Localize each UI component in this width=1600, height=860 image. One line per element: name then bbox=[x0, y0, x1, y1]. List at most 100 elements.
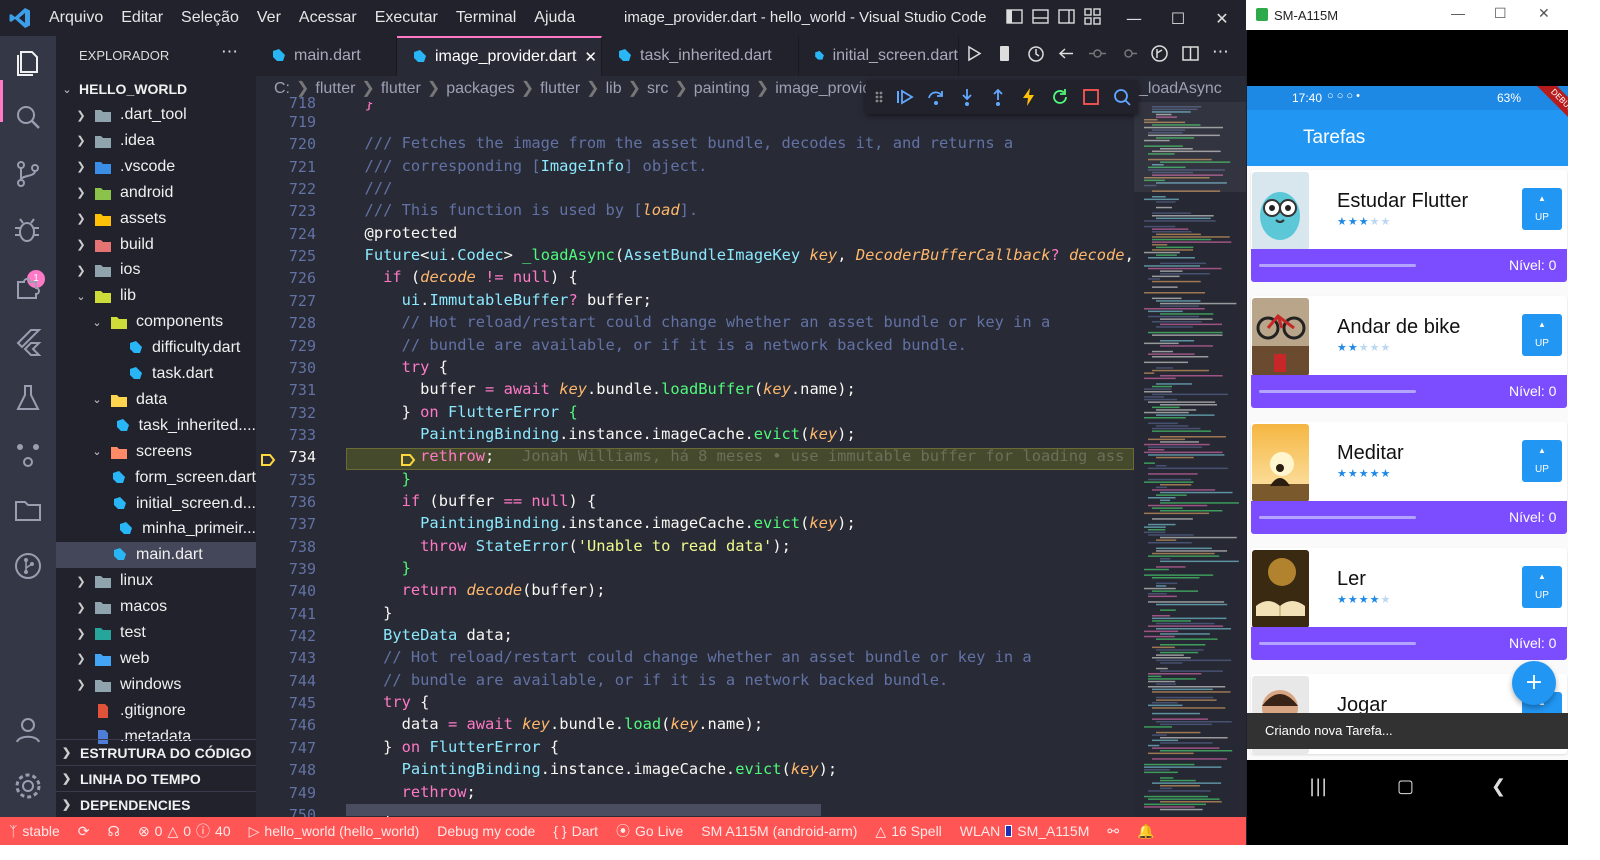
git-graph-status-icon[interactable]: ☊ bbox=[108, 823, 120, 840]
section-dependencies[interactable]: ❯ DEPENDENCIES bbox=[56, 791, 256, 817]
emu-minimize-icon[interactable]: — bbox=[1451, 5, 1465, 21]
explorer-icon[interactable] bbox=[12, 46, 44, 78]
restart-icon[interactable] bbox=[1050, 87, 1070, 107]
menu-ver[interactable]: Ver bbox=[248, 9, 290, 27]
step-over-icon[interactable] bbox=[926, 87, 946, 107]
menu-acessar[interactable]: Acessar bbox=[290, 9, 366, 27]
tree-item[interactable]: .gitignore bbox=[56, 698, 256, 724]
remote-explorer-icon[interactable] bbox=[12, 438, 44, 470]
menu-terminal[interactable]: Terminal bbox=[447, 9, 525, 27]
maximize-icon[interactable]: ☐ bbox=[1156, 0, 1200, 36]
notifications-bell-icon[interactable]: 🔔 bbox=[1137, 823, 1154, 840]
flutter-device-icon[interactable] bbox=[995, 44, 1014, 63]
step-into-icon[interactable] bbox=[957, 87, 977, 107]
tree-item[interactable]: ❯ .idea bbox=[56, 128, 256, 154]
section-outline[interactable]: ❯ ESTRUTURA DO CÓDIGO bbox=[56, 739, 256, 765]
more-actions-icon[interactable]: ⋯ bbox=[221, 42, 238, 62]
git-lens-icon[interactable] bbox=[1150, 44, 1169, 63]
section-timeline[interactable]: ❯ LINHA DO TEMPO bbox=[56, 765, 256, 791]
previous-change-icon[interactable] bbox=[1088, 44, 1107, 63]
close-window-icon[interactable]: ✕ bbox=[1200, 0, 1244, 36]
split-editor-icon[interactable] bbox=[1181, 44, 1200, 63]
menu-selecao[interactable]: Seleção bbox=[172, 9, 248, 27]
code-editor[interactable]: } /// Fetches the image from the asset b… bbox=[346, 102, 1134, 817]
stop-icon[interactable] bbox=[1081, 87, 1101, 107]
source-control-icon[interactable] bbox=[12, 158, 44, 190]
spell-status[interactable]: △ 16 Spell bbox=[875, 823, 941, 840]
tree-item[interactable]: ❯ test bbox=[56, 620, 256, 646]
devtools-search-icon[interactable] bbox=[1112, 87, 1132, 107]
search-icon[interactable] bbox=[12, 102, 44, 134]
tree-item[interactable]: ❯ .vscode bbox=[56, 154, 256, 180]
tree-item[interactable]: ❯ windows bbox=[56, 672, 256, 698]
testing-icon[interactable] bbox=[12, 382, 44, 414]
tab-main-dart[interactable]: main.dart bbox=[256, 36, 397, 76]
tree-item[interactable]: task.dart bbox=[56, 361, 256, 387]
go-live-button[interactable]: ⦿ Go Live bbox=[616, 821, 683, 841]
breadcrumb-item[interactable]: flutter bbox=[540, 80, 580, 97]
run-icon[interactable] bbox=[964, 44, 983, 63]
tab-task-inherited[interactable]: task_inherited.dart bbox=[602, 36, 799, 76]
tree-item[interactable]: ❯ macos bbox=[56, 594, 256, 620]
toggle-sidebar-icon[interactable] bbox=[1006, 8, 1023, 25]
debug-mode-status[interactable]: Debug my code bbox=[437, 823, 535, 839]
extensions-icon[interactable] bbox=[12, 270, 44, 302]
breadcrumb-item[interactable]: flutter bbox=[315, 80, 355, 97]
tree-item[interactable]: difficulty.dart bbox=[56, 335, 256, 361]
level-up-button[interactable]: ▲ UP bbox=[1522, 440, 1562, 482]
device-status[interactable]: SM A115M (android-arm) bbox=[701, 823, 857, 839]
tree-item[interactable]: ❯ linux bbox=[56, 568, 256, 594]
tree-item[interactable]: main.dart bbox=[56, 542, 256, 569]
tree-item[interactable]: initial_screen.d... bbox=[56, 491, 256, 517]
sync-icon[interactable]: ⟳ bbox=[78, 823, 90, 840]
project-status[interactable]: ▷ hello_world (hello_world) bbox=[249, 823, 420, 840]
minimap[interactable] bbox=[1134, 102, 1246, 817]
flutter-icon[interactable] bbox=[12, 326, 44, 358]
tree-item[interactable]: ⌄ lib bbox=[56, 283, 256, 309]
tree-item[interactable]: ❯ android bbox=[56, 180, 256, 206]
accounts-status-icon[interactable]: ⚯ bbox=[1107, 823, 1119, 840]
horizontal-scrollbar[interactable] bbox=[346, 804, 821, 816]
tree-item[interactable]: ❯ build bbox=[56, 232, 256, 258]
breadcrumb-item[interactable]: flutter bbox=[381, 80, 421, 97]
toggle-panel-icon[interactable] bbox=[1032, 8, 1049, 25]
history-icon[interactable] bbox=[1026, 44, 1045, 63]
menu-arquivo[interactable]: Arquivo bbox=[40, 9, 112, 27]
project-root[interactable]: ⌄ HELLO_WORLD bbox=[56, 76, 256, 102]
run-debug-icon[interactable] bbox=[12, 214, 44, 246]
tree-item[interactable]: ⌄ components bbox=[56, 309, 256, 335]
next-change-icon[interactable] bbox=[1119, 44, 1138, 63]
continue-icon[interactable] bbox=[895, 87, 915, 107]
breadcrumb-item[interactable]: packages bbox=[446, 80, 515, 97]
tab-image-provider[interactable]: image_provider.dart ✕ bbox=[397, 36, 602, 76]
home-icon[interactable]: ▢ bbox=[1397, 776, 1414, 797]
tree-item[interactable]: task_inherited.... bbox=[56, 413, 256, 439]
level-up-button[interactable]: ▲ UP bbox=[1522, 314, 1562, 356]
menu-editar[interactable]: Editar bbox=[112, 9, 172, 27]
add-task-fab[interactable]: + bbox=[1512, 661, 1556, 705]
emu-maximize-icon[interactable]: ☐ bbox=[1494, 5, 1507, 22]
recent-apps-icon[interactable]: ||| bbox=[1309, 776, 1327, 797]
breadcrumb-item[interactable]: src bbox=[647, 80, 668, 97]
language-status[interactable]: { } Dart bbox=[553, 823, 598, 839]
tree-item[interactable]: ⌄ screens bbox=[56, 439, 256, 465]
folder-icon[interactable] bbox=[12, 494, 44, 526]
tree-item[interactable]: form_screen.dart bbox=[56, 465, 256, 491]
step-out-icon[interactable] bbox=[988, 87, 1008, 107]
menu-ajuda[interactable]: Ajuda bbox=[525, 9, 584, 27]
wlan-status[interactable]: WLAN SM_A115M bbox=[960, 823, 1090, 839]
branch-status[interactable]: ᛉ stable bbox=[9, 823, 60, 839]
customize-layout-icon[interactable] bbox=[1084, 8, 1101, 25]
git-graph-icon[interactable] bbox=[12, 550, 44, 582]
tree-item[interactable]: minha_primeir... bbox=[56, 516, 256, 542]
accounts-icon[interactable] bbox=[12, 714, 44, 746]
emu-close-icon[interactable]: ✕ bbox=[1538, 5, 1550, 22]
more-editor-actions-icon[interactable]: ⋯ bbox=[1212, 44, 1231, 63]
breadcrumb-item[interactable]: painting bbox=[694, 80, 750, 97]
level-up-button[interactable]: ▲ UP bbox=[1522, 566, 1562, 608]
breadcrumb-symbol[interactable]: _loadAsync bbox=[1139, 80, 1222, 98]
back-icon[interactable]: ❮ bbox=[1491, 776, 1506, 797]
tree-item[interactable]: ❯ assets bbox=[56, 206, 256, 232]
hot-reload-icon[interactable] bbox=[1019, 87, 1039, 107]
toggle-secondary-sidebar-icon[interactable] bbox=[1058, 8, 1075, 25]
